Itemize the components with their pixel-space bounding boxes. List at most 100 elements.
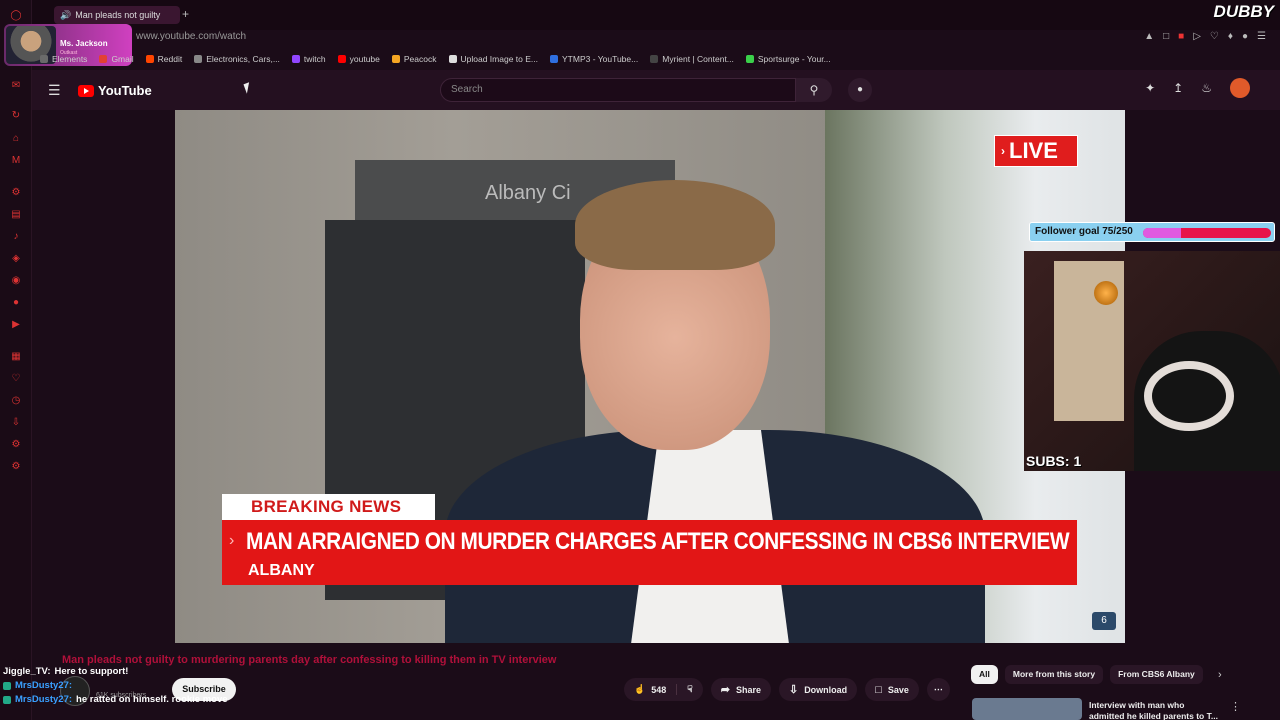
tiktok-icon[interactable]: ♪ xyxy=(10,231,22,243)
menu-icon[interactable]: ☰ xyxy=(1257,31,1266,42)
pin-icon[interactable]: ▲ xyxy=(1144,31,1154,42)
subs-counter: SUBS: 1 xyxy=(1026,453,1082,469)
refresh-icon[interactable]: ↻ xyxy=(10,110,22,122)
bookmark-item[interactable]: YTMP3 - YouTube... xyxy=(550,54,638,64)
share-label: Share xyxy=(735,684,761,695)
bookmark-label: Reddit xyxy=(157,54,183,64)
live-chevron-icon: › xyxy=(1001,144,1005,158)
more-icon[interactable]: ⋮ xyxy=(1230,700,1241,713)
share-button[interactable]: ➦ Share xyxy=(710,678,771,701)
gear-icon[interactable]: ⚙ xyxy=(10,461,22,473)
snapshot-icon[interactable]: □ xyxy=(1163,31,1169,42)
chip-all[interactable]: All xyxy=(971,665,998,684)
voice-search-button[interactable]: ● xyxy=(848,78,872,102)
bookmark-favicon-icon xyxy=(745,55,754,63)
bookmark-label: twitch xyxy=(303,54,326,64)
home-icon[interactable]: ⌂ xyxy=(10,133,22,145)
messenger-icon[interactable]: ✉ xyxy=(10,80,22,92)
bookmark-favicon-icon xyxy=(40,55,48,63)
chat-text: he ratted on himself. rookie move xyxy=(76,694,228,705)
notifications-icon[interactable]: ♨ xyxy=(1201,81,1212,98)
address-bar[interactable]: www.youtube.com/watch xyxy=(136,31,246,42)
settings-icon[interactable]: ⚙ xyxy=(10,187,22,199)
browser-tab-bar: 🔊 Man pleads not guilty + xyxy=(0,0,1280,30)
dislike-button[interactable]: ☟ xyxy=(677,684,702,695)
follower-goal-widget: Follower goal 75/250 xyxy=(1029,222,1275,242)
stream-chat: Jiggle_TV: Here to support! MrsDusty27: … xyxy=(3,665,228,707)
hamburger-menu-icon[interactable]: ☰ xyxy=(48,82,61,99)
upload-icon[interactable]: ↥ xyxy=(1173,81,1183,98)
bookmark-item[interactable]: youtube xyxy=(337,54,380,64)
speaker-icon: 🔊 xyxy=(60,9,72,20)
more-actions-button[interactable]: ⋯ xyxy=(926,678,950,701)
lower-third: › MAN ARRAIGNED ON MURDER CHARGES AFTER … xyxy=(222,520,1077,585)
play-icon[interactable]: ▷ xyxy=(1193,31,1201,42)
related-filter-chips: All More from this story From CBS6 Alban… xyxy=(971,665,1203,684)
youtube-logo[interactable]: YouTube xyxy=(78,83,152,98)
webcam-overlay xyxy=(1024,251,1280,471)
download-icon[interactable]: ⇩ xyxy=(10,417,22,429)
chip-from-cbs6[interactable]: From CBS6 Albany xyxy=(1110,665,1203,684)
account-avatar[interactable] xyxy=(1230,78,1250,98)
microphone-icon: ● xyxy=(856,84,864,95)
twitch-icon[interactable]: ▤ xyxy=(10,209,22,221)
new-tab-button[interactable]: + xyxy=(182,7,189,21)
heart-icon[interactable]: ♡ xyxy=(10,373,22,385)
extensions-icon[interactable]: ♦ xyxy=(1228,31,1233,42)
bookmark-item[interactable]: Peacock xyxy=(391,54,437,64)
browser-sidebar: ◯ ✉ ↻ ⌂ M ⚙ ▤ ♪ ◈ ◉ ● ▶ ▦ ♡ ◷ ⇩ ⚙ ⚙ xyxy=(0,0,32,720)
recommendation-thumbnail[interactable] xyxy=(972,698,1082,720)
search-input[interactable]: Search xyxy=(440,78,796,102)
discord-icon[interactable]: ◉ xyxy=(10,275,22,287)
extensions-icon[interactable]: ⚙ xyxy=(10,439,22,451)
bookmark-favicon-icon xyxy=(650,55,659,63)
recommendation-title[interactable]: Interview with man who admitted he kille… xyxy=(1089,700,1219,720)
browser-toolbar: ▲ □ ■ ▷ ♡ ♦ ● ☰ xyxy=(1144,31,1266,42)
video-actions: ☝ 548 ☟ ➦ Share ⇩ Download □ Save ⋯ xyxy=(624,678,950,701)
bookmark-label: Peacock xyxy=(403,54,437,64)
search-button[interactable]: ⚲ xyxy=(796,78,832,102)
like-button[interactable]: ☝ 548 xyxy=(624,684,678,695)
bookmark-item[interactable]: Sportsurge - Your... xyxy=(745,54,831,64)
chat-text: Here to support! xyxy=(54,666,129,677)
grid-icon[interactable]: ▦ xyxy=(10,351,22,363)
bookmark-label: Sportsurge - Your... xyxy=(757,54,831,64)
thumbs-down-icon: ☟ xyxy=(687,684,693,694)
share-icon: ➦ xyxy=(720,684,730,696)
create-icon[interactable]: ✦ xyxy=(1145,81,1155,98)
youtube-icon[interactable]: ▶ xyxy=(10,319,22,331)
bookmark-label: Electronics, Cars,... xyxy=(206,54,280,64)
bluesky-icon[interactable]: ◈ xyxy=(10,253,22,265)
breaking-news-tag: BREAKING NEWS xyxy=(222,494,435,520)
bookmark-item[interactable]: Elements xyxy=(40,54,87,64)
browser-tab[interactable]: 🔊 Man pleads not guilty xyxy=(54,6,180,24)
headset xyxy=(1144,361,1234,431)
download-button[interactable]: ⇩ Download xyxy=(778,678,858,701)
bookmark-item[interactable]: Reddit xyxy=(145,54,183,64)
bookmark-item[interactable]: Gmail xyxy=(99,54,134,64)
pocket-icon[interactable]: ■ xyxy=(1178,31,1184,42)
opera-logo-icon[interactable]: ◯ xyxy=(10,10,22,22)
video-player[interactable]: Albany Ci › LIVE BREAKING NEWS › MAN ARR… xyxy=(175,110,1125,643)
bookmark-item[interactable]: Electronics, Cars,... xyxy=(194,54,280,64)
save-button[interactable]: □ Save xyxy=(865,678,919,701)
profile-name: Ms. Jackson xyxy=(60,39,108,48)
bookmark-item[interactable]: Myrient | Content... xyxy=(650,54,734,64)
network-logo: 6 xyxy=(1092,612,1116,630)
bookmark-item[interactable]: Upload Image to E... xyxy=(448,54,538,64)
history-icon[interactable]: ◷ xyxy=(10,395,22,407)
bookmark-item[interactable]: twitch xyxy=(291,54,326,64)
chip-more-from-story[interactable]: More from this story xyxy=(1004,665,1104,684)
chat-username: Jiggle_TV: xyxy=(3,666,51,677)
account-icon[interactable]: ● xyxy=(1242,31,1248,42)
heart-icon[interactable]: ♡ xyxy=(1210,31,1219,42)
dot-icon[interactable]: ● xyxy=(10,297,22,309)
mail-icon[interactable]: M xyxy=(10,155,22,167)
chevron-right-icon[interactable]: › xyxy=(1218,669,1222,681)
bookmark-label: youtube xyxy=(349,54,380,64)
bookmark-label: Elements xyxy=(52,54,88,64)
bookmark-favicon-icon xyxy=(448,55,457,63)
bookmark-favicon-icon xyxy=(194,55,203,63)
follower-goal-bar xyxy=(1143,228,1271,238)
reporter-hair xyxy=(575,180,775,270)
